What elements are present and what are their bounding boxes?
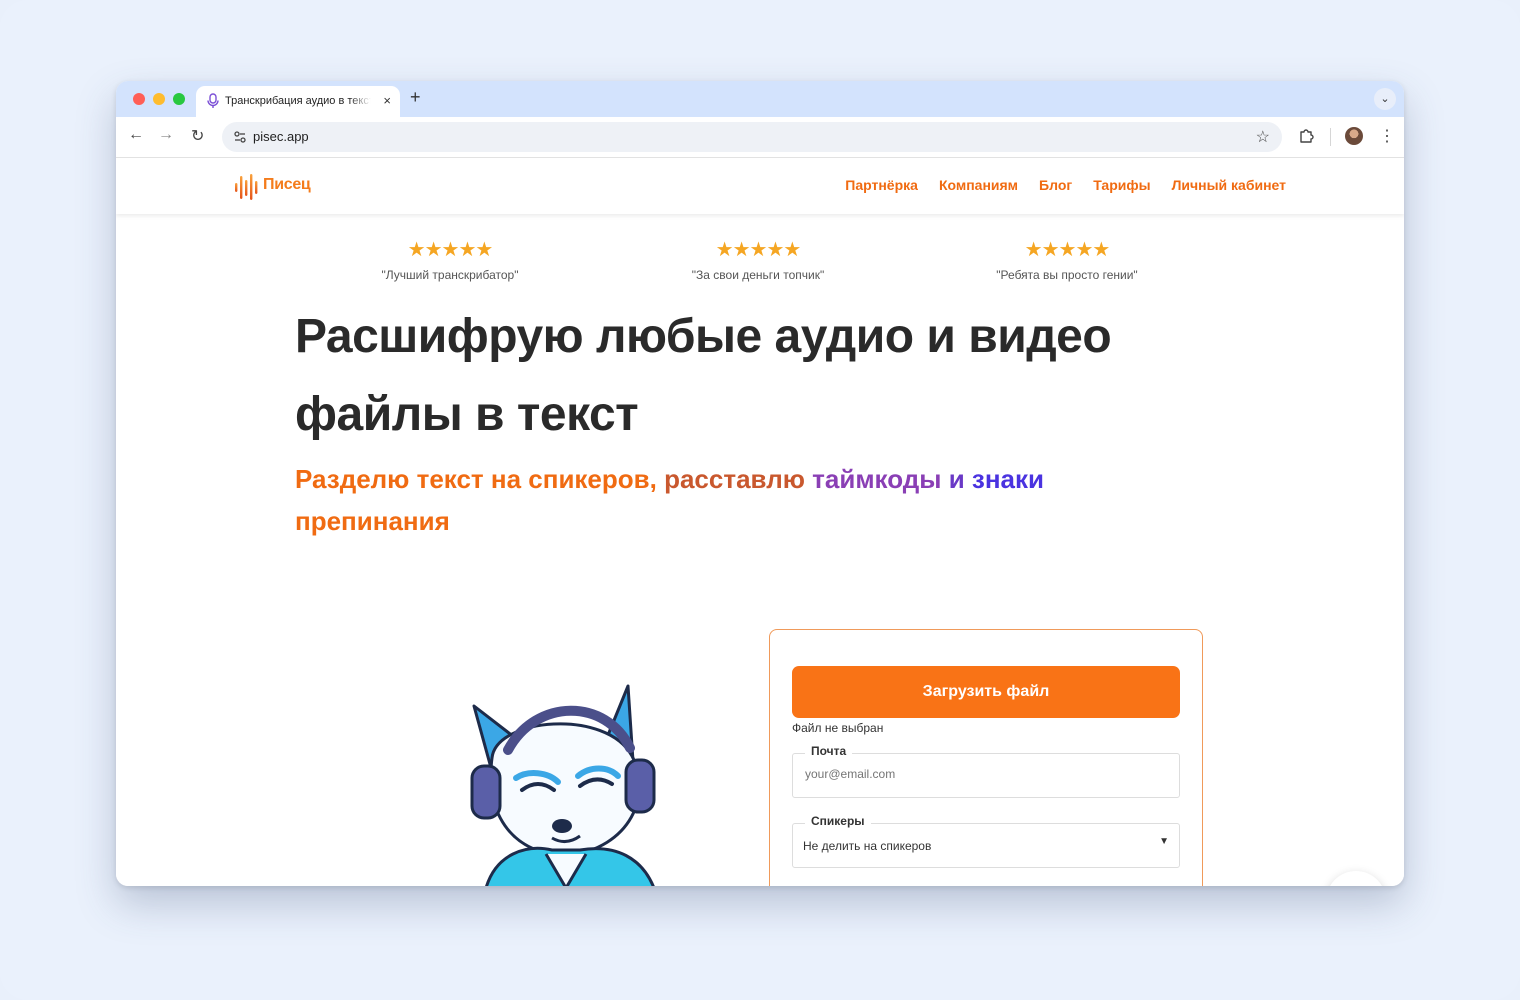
review-quote: "За свои деньги топчик" xyxy=(691,268,825,282)
active-tab[interactable]: Транскрибация аудио в текст × xyxy=(196,86,400,117)
hero-title: Расшифрую любые аудио и видео файлы в те… xyxy=(295,298,1195,454)
extensions-puzzle-icon[interactable] xyxy=(1298,126,1316,144)
minimize-window-button[interactable] xyxy=(153,93,165,105)
subtitle-part: Разделю текст на спикеров, xyxy=(295,464,665,494)
chevron-down-icon: ▼ xyxy=(1159,836,1169,847)
address-bar[interactable]: pisec.app ☆ xyxy=(222,122,1282,152)
browser-window: Транскрибация аудио в текст × + ⌄ ← → ↻ … xyxy=(116,81,1404,886)
subtitle-part: препинания xyxy=(295,506,450,536)
nav-link-companies[interactable]: Компаниям xyxy=(939,177,1018,193)
fox-mascot-illustration xyxy=(470,684,656,886)
tab-close-icon[interactable]: × xyxy=(383,93,391,108)
url-text: pisec.app xyxy=(253,129,309,144)
email-input[interactable] xyxy=(803,766,1167,782)
site-logo[interactable]: Писец xyxy=(234,170,324,202)
back-arrow-icon[interactable]: ← xyxy=(128,126,144,144)
rating-stars: ★★★★★ xyxy=(407,239,494,261)
subtitle-part: таймкоды xyxy=(812,464,949,494)
email-label: Почта xyxy=(805,744,853,758)
main-menu: Партнёрка Компаниям Блог Тарифы Личный к… xyxy=(845,177,1286,193)
site-settings-icon[interactable] xyxy=(232,129,248,145)
nav-link-pricing[interactable]: Тарифы xyxy=(1093,177,1150,193)
web-page: Писец Партнёрка Компаниям Блог Тарифы Ли… xyxy=(116,158,1404,886)
bookmark-star-icon[interactable]: ☆ xyxy=(1256,127,1270,147)
tab-strip: Транскрибация аудио в текст × + ⌄ xyxy=(116,81,1404,117)
site-header: Писец Партнёрка Компаниям Блог Тарифы Ли… xyxy=(116,158,1404,214)
hero-subtitle: Разделю текст на спикеров, расставлю тай… xyxy=(295,458,1115,542)
file-status-text: Файл не выбран xyxy=(792,721,884,735)
sound-wave-icon xyxy=(235,174,258,200)
upload-form-card: Загрузить файл Файл не выбран Почта Спик… xyxy=(769,629,1203,886)
help-button[interactable]: ? xyxy=(1326,871,1386,886)
logo-text: Писец xyxy=(263,176,311,193)
forward-arrow-icon[interactable]: → xyxy=(158,126,174,144)
email-field[interactable]: Почта xyxy=(792,744,1180,798)
hero-title-line-2: файлы в текст xyxy=(295,388,639,441)
speakers-select[interactable]: Спикеры Не делить на спикеров ▼ xyxy=(792,814,1180,868)
nav-link-account[interactable]: Личный кабинет xyxy=(1172,177,1286,193)
tab-title: Транскрибация аудио в текст xyxy=(225,95,371,107)
reload-icon[interactable]: ↻ xyxy=(191,126,204,146)
speakers-label: Спикеры xyxy=(805,814,871,828)
upload-file-button[interactable]: Загрузить файл xyxy=(792,666,1180,718)
review-item: ★★★★★ "Лучший транскрибатор" xyxy=(330,240,570,282)
subtitle-part: знаки xyxy=(971,464,1045,494)
review-quote: "Ребята вы просто гении" xyxy=(996,268,1138,282)
speakers-selected-value: Не делить на спикеров xyxy=(803,839,932,853)
subtitle-part: и xyxy=(948,464,972,494)
hero-title-line-1: Расшифрую любые аудио и видео xyxy=(295,310,1112,363)
review-item: ★★★★★ "Ребята вы просто гении" xyxy=(947,240,1187,282)
profile-avatar[interactable] xyxy=(1345,127,1363,145)
review-quote: "Лучший транскрибатор" xyxy=(381,268,519,282)
nav-link-partners[interactable]: Партнёрка xyxy=(845,177,918,193)
tab-search-chevron-icon[interactable]: ⌄ xyxy=(1374,88,1396,110)
nav-link-blog[interactable]: Блог xyxy=(1039,177,1072,193)
browser-menu-icon[interactable]: ⋮ xyxy=(1379,126,1395,146)
screenshot-backdrop: Транскрибация аудио в текст × + ⌄ ← → ↻ … xyxy=(0,0,1520,1000)
browser-toolbar: ← → ↻ pisec.app ☆ ⋮ xyxy=(116,117,1404,158)
new-tab-button[interactable]: + xyxy=(410,87,421,108)
rating-stars: ★★★★★ xyxy=(715,239,802,261)
rating-stars: ★★★★★ xyxy=(1024,239,1111,261)
review-item: ★★★★★ "За свои деньги топчик" xyxy=(638,240,878,282)
microphone-icon xyxy=(207,93,219,108)
toolbar-divider xyxy=(1330,128,1331,146)
close-window-button[interactable] xyxy=(133,93,145,105)
subtitle-part: расставлю xyxy=(664,464,813,494)
maximize-window-button[interactable] xyxy=(173,93,185,105)
